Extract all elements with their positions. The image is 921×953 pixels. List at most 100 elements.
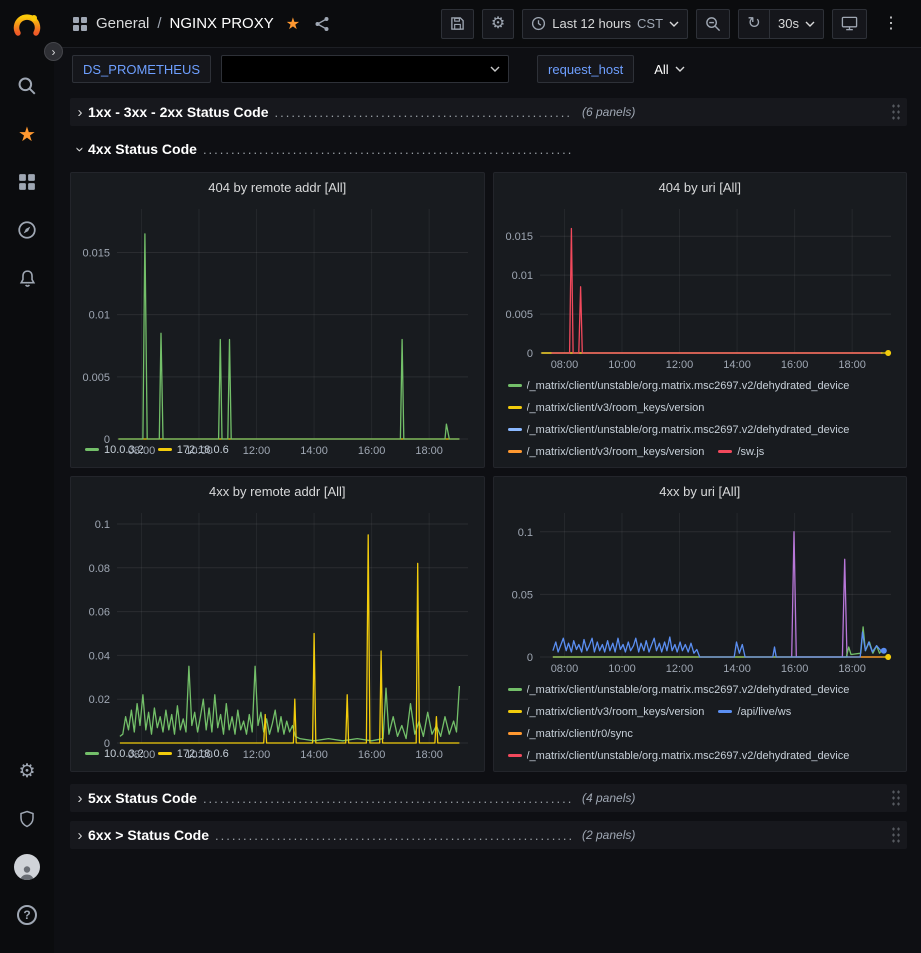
zoom-out-button[interactable] [696,9,730,39]
dashboards-icon[interactable] [7,158,47,206]
time-series-chart[interactable]: 08:0010:0012:0014:0016:0018:0000.0050.01… [71,201,484,437]
tv-mode-button[interactable] [832,9,867,39]
svg-text:08:00: 08:00 [550,663,578,675]
legend-item[interactable]: /_matrix/client/v3/room_keys/version [508,442,705,461]
legend-series-swatch [718,710,732,713]
svg-text:0.1: 0.1 [517,527,532,539]
chart-legend: /_matrix/client/unstable/org.matrix.msc2… [494,677,907,771]
dashboard-content: › 1xx - 3xx - 2xx Status Code ..........… [54,90,921,953]
legend-item[interactable]: /_matrix/client/r0/sync [508,724,633,743]
starred-dashboards-icon[interactable]: ★ [7,110,47,158]
explore-compass-icon[interactable] [7,206,47,254]
refresh-interval-picker[interactable]: 30s [770,9,824,39]
svg-text:0.08: 0.08 [89,563,110,575]
chevron-right-icon: › [72,827,88,844]
dashboard-settings-button[interactable]: ⚙ [482,9,514,39]
svg-text:0.015: 0.015 [505,231,533,243]
datasource-variable-label[interactable]: DS_PROMETHEUS [72,55,211,83]
legend-series-swatch [508,406,522,409]
server-admin-gear-icon[interactable]: ⚙ [7,747,47,795]
svg-text:18:00: 18:00 [838,359,866,371]
datasource-variable-select[interactable] [221,55,509,83]
grafana-logo-icon[interactable] [9,8,45,44]
row-drag-handle-icon[interactable] [891,103,901,121]
dashboard-grid-icon [72,16,88,32]
chevron-right-icon: › [72,790,88,807]
row-dots-leader: ........................................… [203,791,572,806]
row-drag-handle-icon[interactable] [891,826,901,844]
chevron-right-icon: › [72,104,88,121]
legend-item[interactable]: /_matrix/client/v3/room_keys/version [508,702,705,721]
svg-text:14:00: 14:00 [300,749,328,761]
svg-text:12:00: 12:00 [243,749,271,761]
svg-text:0: 0 [104,738,110,750]
share-icon[interactable] [314,16,330,32]
row-1xx-3xx-2xx[interactable]: › 1xx - 3xx - 2xx Status Code ..........… [70,98,907,126]
sidebar-expand-button[interactable]: › [44,42,63,61]
time-series-chart[interactable]: 08:0010:0012:0014:0016:0018:0000.020.040… [71,505,484,741]
breadcrumb-section[interactable]: General [96,15,149,32]
time-series-chart[interactable]: 08:0010:0012:0014:0016:0018:0000.050.1 [494,505,907,677]
svg-text:18:00: 18:00 [415,749,443,761]
legend-item[interactable]: /_matrix/client/unstable/org.matrix.msc2… [508,746,850,765]
legend-item[interactable]: /_matrix/client/unstable/org.matrix.msc2… [508,680,850,699]
legend-series-swatch [718,450,732,453]
svg-text:0.015: 0.015 [82,248,110,260]
help-icon[interactable]: ? [7,891,47,939]
request-host-variable-label[interactable]: request_host [537,55,634,83]
svg-text:0.005: 0.005 [82,372,110,384]
panel-title[interactable]: 404 by uri [All] [494,173,907,201]
row-title: 5xx Status Code [88,790,197,806]
more-options-kebab[interactable]: ⋮ [875,9,907,39]
svg-text:0.1: 0.1 [95,519,110,531]
request-host-variable-select[interactable]: All [644,55,694,83]
svg-text:0.005: 0.005 [505,309,533,321]
clock-icon [531,16,546,31]
chevron-down-icon [490,66,500,72]
admin-shield-icon[interactable] [7,795,47,843]
legend-item[interactable]: /_matrix/client/unstable/org.matrix.msc2… [508,376,850,395]
dashboard-topbar: General / NGINX PROXY ★ [54,0,921,48]
refresh-button[interactable]: ↻ [738,9,770,39]
legend-series-label: /_matrix/client/v3/room_keys/version [527,402,705,414]
legend-item[interactable]: /api/live/ws [718,702,791,721]
panel-title[interactable]: 404 by remote addr [All] [71,173,484,201]
legend-series-swatch [508,384,522,387]
row-5xx[interactable]: › 5xx Status Code ......................… [70,784,907,812]
panel-4xx-by-remote-addr: 4xx by remote addr [All] 08:0010:0012:00… [70,476,485,772]
dashboard-title[interactable]: NGINX PROXY [170,15,274,32]
svg-text:16:00: 16:00 [358,445,386,457]
time-series-chart[interactable]: 08:0010:0012:0014:0016:0018:0000.0050.01… [494,201,907,373]
legend-item[interactable]: /_matrix/client/unstable/org.matrix.msc2… [508,420,850,439]
panel-title[interactable]: 4xx by uri [All] [494,477,907,505]
legend-series-swatch [508,450,522,453]
chevron-down-icon: › [72,141,89,157]
search-icon[interactable] [7,62,47,110]
save-dashboard-button[interactable] [441,9,474,39]
favorite-star-icon[interactable]: ★ [286,14,300,34]
svg-text:16:00: 16:00 [358,749,386,761]
time-range-picker[interactable]: Last 12 hours CST [522,9,688,39]
person-icon [18,864,36,880]
user-avatar[interactable] [7,843,47,891]
row-drag-handle-icon[interactable] [891,789,901,807]
legend-series-label: /_matrix/client/r0/sync [527,728,633,740]
svg-text:0.01: 0.01 [89,310,110,322]
legend-series-label: /_matrix/client/v3/room_keys/version [527,706,705,718]
svg-text:10:00: 10:00 [185,445,213,457]
alerting-bell-icon[interactable] [7,254,47,302]
legend-series-swatch [508,710,522,713]
monitor-icon [841,15,858,32]
sidebar-bottom-group: ⚙ ? [7,747,47,939]
svg-text:12:00: 12:00 [665,359,693,371]
legend-item[interactable]: /sw.js [718,442,764,461]
panel-404-by-uri: 404 by uri [All] 08:0010:0012:0014:0016:… [493,172,908,468]
floppy-icon [450,16,465,31]
legend-item[interactable]: /_matrix/client/v3/room_keys/version [508,398,705,417]
row-6xx[interactable]: › 6xx > Status Code ....................… [70,821,907,849]
row-dots-leader: ........................................… [203,142,572,157]
panel-title[interactable]: 4xx by remote addr [All] [71,477,484,505]
legend-series-label: /sw.js [737,446,764,458]
svg-text:10:00: 10:00 [608,663,636,675]
row-4xx[interactable]: › 4xx Status Code ......................… [70,135,907,163]
